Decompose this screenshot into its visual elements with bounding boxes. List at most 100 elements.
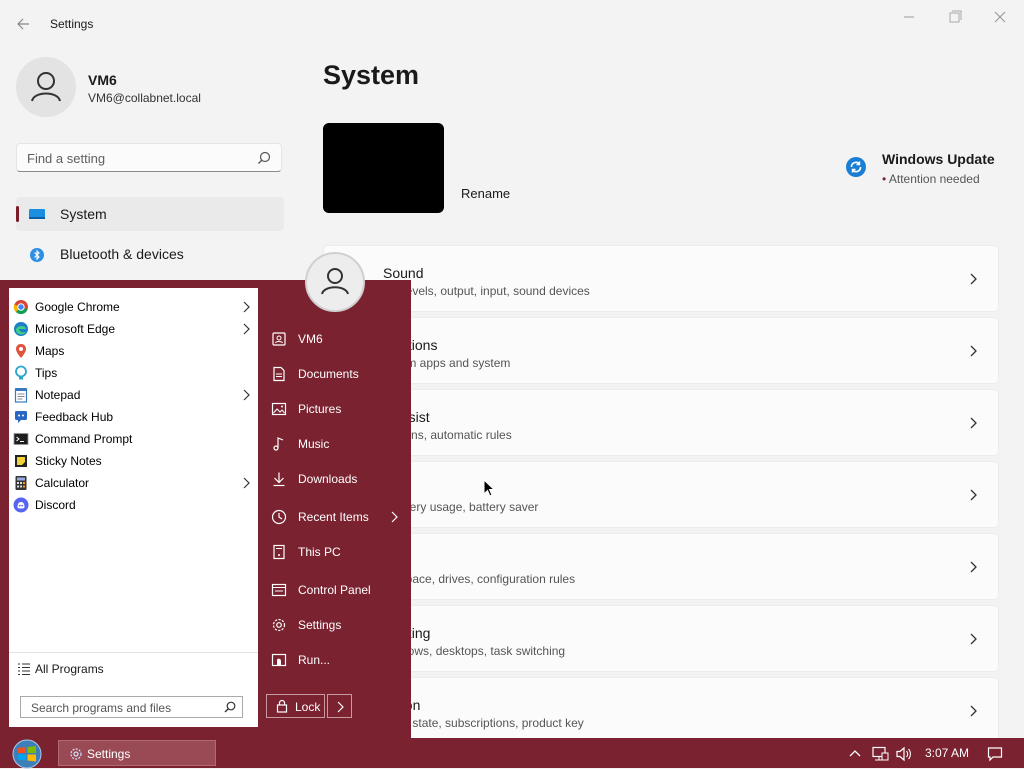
place-label: Settings (298, 618, 342, 632)
rename-link[interactable]: Rename (461, 186, 510, 201)
program-item-sticky-notes[interactable]: Sticky Notes (9, 450, 258, 472)
settings-card-notifications[interactable]: ifications s from apps and system (323, 317, 999, 384)
nav-item-bluetooth[interactable]: Bluetooth & devices (16, 237, 284, 271)
place-item-downloads[interactable]: Downloads (266, 466, 406, 492)
nav-item-system[interactable]: System (16, 197, 284, 231)
user-folder-icon (272, 332, 286, 346)
program-item-google-chrome[interactable]: Google Chrome (9, 296, 258, 318)
back-arrow-icon (17, 18, 29, 30)
settings-card-multitasking[interactable]: itasking windows, desktops, task switchi… (323, 605, 999, 672)
program-item-feedback-hub[interactable]: Feedback Hub (9, 406, 258, 428)
windows-update-icon[interactable] (845, 156, 867, 178)
place-label: Documents (298, 367, 359, 381)
program-label: Tips (35, 366, 58, 380)
program-item-maps[interactable]: Maps (9, 340, 258, 362)
search-placeholder: Find a setting (27, 151, 106, 166)
chevron-right-icon (970, 633, 977, 645)
feedback-hub-icon (15, 411, 27, 423)
all-programs-button[interactable]: All Programs (9, 652, 258, 679)
place-item-documents[interactable]: Documents (266, 361, 406, 387)
taskbar-clock[interactable]: 3:07 AM (925, 746, 969, 760)
command-prompt-icon (13, 433, 29, 445)
settings-search-input[interactable]: Find a setting (16, 143, 282, 172)
settings-gear-icon (70, 748, 82, 760)
restore-icon (949, 10, 962, 23)
place-label: VM6 (298, 332, 323, 346)
programs-list: Google Chrome Microsoft Edge Maps Tips N… (9, 288, 258, 727)
lock-button[interactable]: Lock (266, 694, 325, 718)
recent-items-icon (271, 509, 287, 525)
place-label: Pictures (298, 402, 342, 416)
shutdown-options-button[interactable] (327, 694, 352, 718)
card-title: Sound (383, 265, 424, 281)
person-icon (31, 72, 61, 102)
nav-item-label: System (60, 206, 107, 222)
start-search-placeholder: Search programs and files (31, 701, 172, 715)
program-item-tips[interactable]: Tips (9, 362, 258, 384)
taskbar-window-settings[interactable]: Settings (58, 740, 216, 766)
place-item-run[interactable]: Run... (266, 647, 406, 673)
program-item-command-prompt[interactable]: Command Prompt (9, 428, 258, 450)
lock-icon (276, 699, 288, 713)
program-item-calculator[interactable]: Calculator (9, 472, 258, 494)
calculator-icon (15, 476, 27, 490)
program-item-discord[interactable]: Discord (9, 494, 258, 516)
settings-card-sound[interactable]: Sound me levels, output, input, sound de… (323, 245, 999, 312)
action-center-icon[interactable] (987, 746, 1003, 762)
place-item-vm6[interactable]: VM6 (266, 326, 406, 352)
submenu-arrow-icon (243, 389, 250, 401)
settings-card-power[interactable]: er , battery usage, battery saver (323, 461, 999, 528)
card-subtitle: ation state, subscriptions, product key (383, 716, 584, 730)
place-label: Downloads (298, 472, 358, 486)
page-title: System (323, 60, 420, 90)
windows-update-status-text: Attention needed (888, 172, 980, 186)
place-item-music[interactable]: Music (266, 431, 406, 457)
start-user-avatar[interactable] (305, 252, 365, 312)
taskbar: Settings 3:07 AM (0, 738, 1024, 769)
selection-indicator (16, 206, 19, 222)
start-search-input[interactable]: Search programs and files (20, 696, 243, 718)
place-label: Control Panel (298, 583, 371, 597)
settings-card-focus-assist[interactable]: s assist ications, automatic rules (323, 389, 999, 456)
person-icon (321, 268, 349, 295)
system-display-icon (29, 209, 45, 219)
settings-card-storage[interactable]: age ge space, drives, configuration rule… (323, 533, 999, 600)
documents-icon (273, 366, 285, 382)
windows-update-title[interactable]: Windows Update (882, 151, 995, 167)
place-item-this-pc[interactable]: This PC (266, 539, 406, 565)
place-item-pictures[interactable]: Pictures (266, 396, 406, 422)
start-button[interactable] (8, 739, 46, 769)
taskbar-window-label: Settings (87, 747, 131, 761)
close-button[interactable] (978, 6, 1022, 28)
user-name: VM6 (88, 72, 117, 88)
program-item-microsoft-edge[interactable]: Microsoft Edge (9, 318, 258, 340)
chevron-up-icon[interactable] (848, 746, 862, 760)
place-item-settings[interactable]: Settings (266, 612, 406, 638)
place-item-control-panel[interactable]: Control Panel (266, 577, 406, 603)
back-button[interactable] (14, 14, 34, 34)
status-dot: • (882, 172, 887, 186)
music-icon (273, 437, 284, 451)
program-label: Discord (35, 498, 76, 512)
maximize-button[interactable] (932, 6, 976, 28)
place-item-recent-items[interactable]: Recent Items (266, 504, 406, 530)
place-label: Music (298, 437, 330, 451)
submenu-arrow-icon (243, 323, 250, 335)
program-item-notepad[interactable]: Notepad (9, 384, 258, 406)
window-title: Settings (50, 17, 94, 31)
list-icon (18, 663, 30, 675)
submenu-arrow-icon (243, 301, 250, 313)
volume-icon[interactable] (895, 746, 913, 762)
settings-card-activation[interactable]: vation ation state, subscriptions, produ… (323, 677, 999, 744)
start-menu: Google Chrome Microsoft Edge Maps Tips N… (0, 252, 411, 738)
program-label: Notepad (35, 388, 81, 402)
all-programs-label: All Programs (35, 662, 104, 676)
minimize-button[interactable] (886, 6, 930, 28)
chrome-icon (13, 300, 28, 315)
program-label: Sticky Notes (35, 454, 102, 468)
network-icon[interactable] (871, 746, 889, 762)
user-avatar[interactable] (16, 57, 76, 117)
search-icon (224, 701, 236, 713)
windows-orb-icon (12, 739, 42, 769)
user-email: VM6@collabnet.local (88, 91, 201, 105)
